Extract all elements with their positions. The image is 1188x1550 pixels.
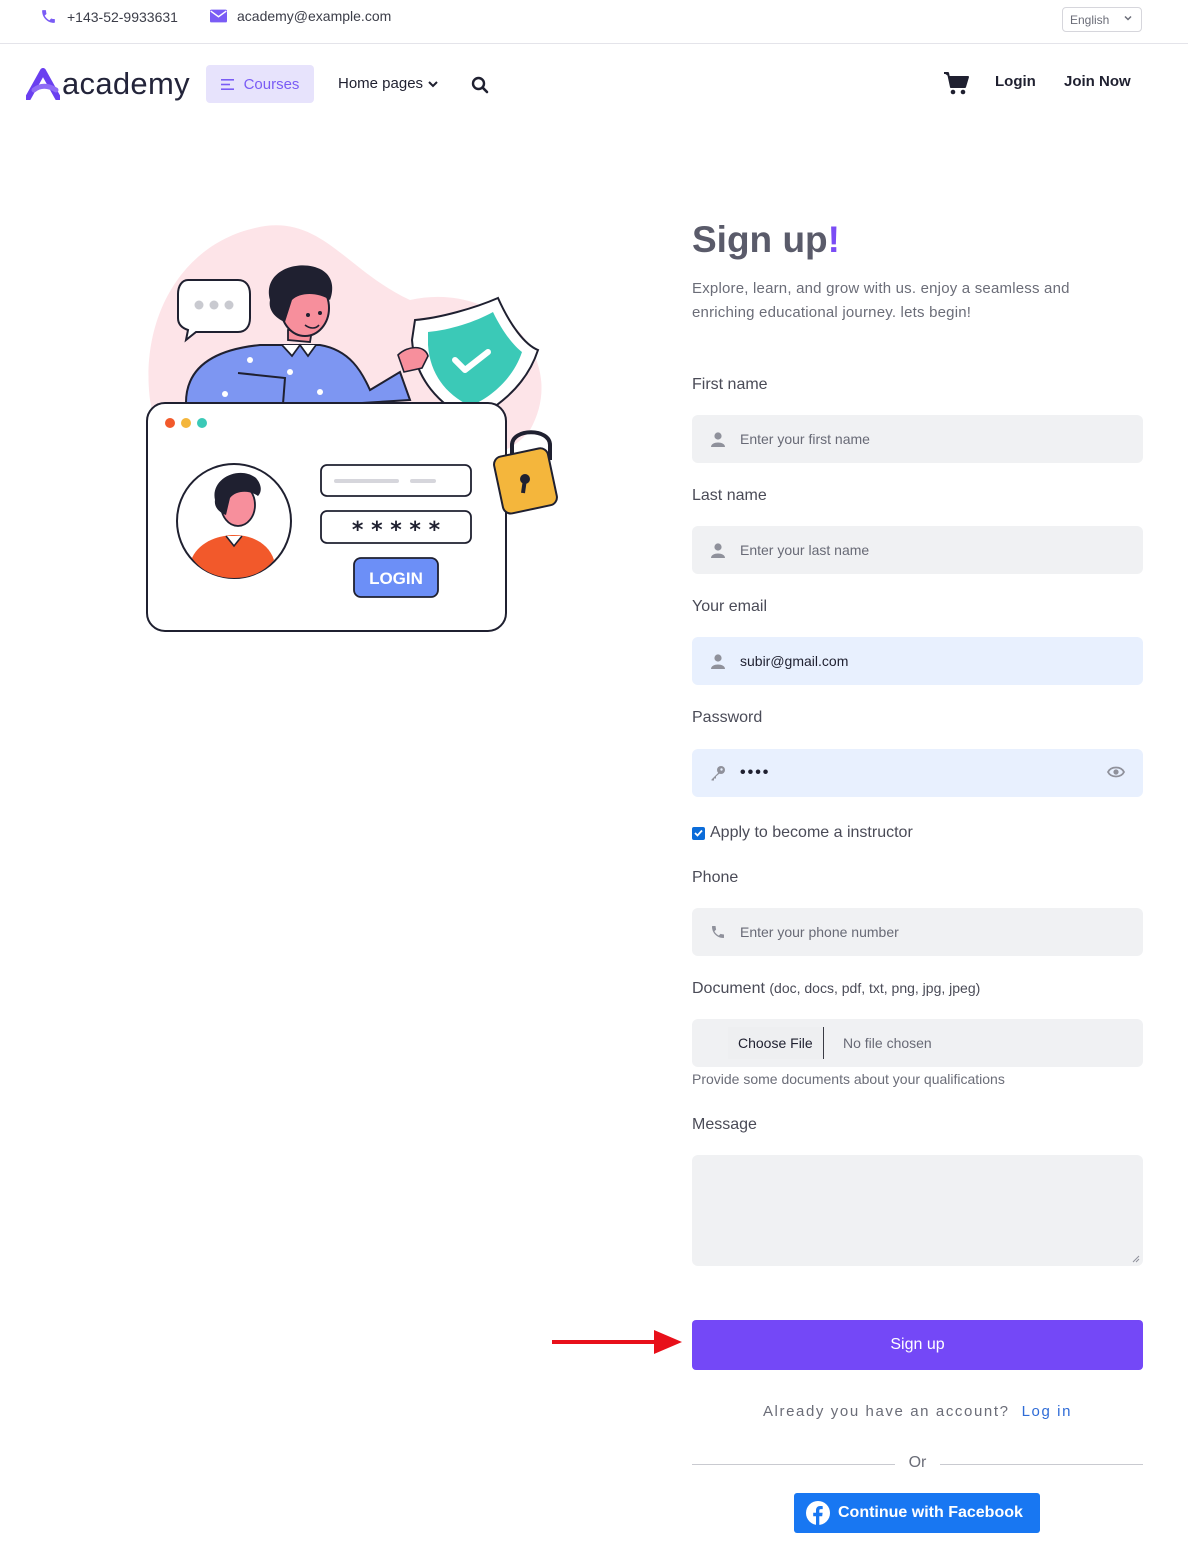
or-text: Or xyxy=(908,1454,927,1471)
log-in-link[interactable]: Log in xyxy=(1022,1403,1072,1420)
top-bar: +143-52-9933631 academy@example.com Engl… xyxy=(0,0,1188,44)
password-input[interactable]: •••• xyxy=(692,749,1143,797)
email-input[interactable]: subir@gmail.com xyxy=(692,637,1143,685)
language-select[interactable]: English xyxy=(1062,7,1142,32)
message-label: Message xyxy=(692,1116,757,1133)
phone-number: +143-52-9933631 xyxy=(67,8,178,25)
title-text: Sign up xyxy=(692,219,828,260)
facebook-button-label: Continue with Facebook xyxy=(838,1504,1023,1521)
courses-button[interactable]: Courses xyxy=(206,65,314,103)
no-file-text: No file chosen xyxy=(843,1035,932,1051)
key-icon xyxy=(710,765,726,781)
envelope-icon xyxy=(210,9,227,23)
email-contact[interactable]: academy@example.com xyxy=(210,8,391,24)
continue-with-facebook-button[interactable]: Continue with Facebook xyxy=(794,1493,1040,1533)
logo[interactable]: academy xyxy=(26,66,190,102)
email-label: Your email xyxy=(692,598,768,615)
already-account-row: Already you have an account? Log in xyxy=(692,1403,1143,1420)
first-name-input[interactable]: Enter your first name xyxy=(692,415,1143,463)
phone-icon xyxy=(42,10,55,23)
sign-up-button[interactable]: Sign up xyxy=(692,1320,1143,1370)
annotation-arrow xyxy=(552,1330,682,1354)
last-name-input[interactable]: Enter your last name xyxy=(692,526,1143,574)
user-icon xyxy=(710,542,726,558)
phone-placeholder: Enter your phone number xyxy=(740,924,899,940)
instructor-checkbox[interactable] xyxy=(692,826,705,840)
logo-text: academy xyxy=(62,66,190,101)
resize-handle-icon[interactable] xyxy=(1132,1255,1140,1263)
choose-file-button[interactable]: Choose File xyxy=(728,1027,824,1059)
home-pages-label: Home pages xyxy=(338,75,424,92)
illustration-login-text: LOGIN xyxy=(369,569,423,588)
eye-icon[interactable] xyxy=(1107,765,1125,779)
join-now-link[interactable]: Join Now xyxy=(1064,73,1131,90)
instructor-checkbox-row[interactable]: Apply to become a instructor xyxy=(692,824,913,842)
signup-illustration: * * * * * LOGIN xyxy=(146,225,558,632)
email-value: subir@gmail.com xyxy=(740,653,849,669)
courses-label: Courses xyxy=(243,75,300,93)
email-address: academy@example.com xyxy=(237,8,392,24)
checkmark-icon xyxy=(694,829,703,837)
last-name-label: Last name xyxy=(692,487,767,504)
user-icon xyxy=(710,653,726,669)
chevron-down-icon xyxy=(428,80,438,87)
illustration-password-mask: * * * * * xyxy=(352,518,441,543)
phone-label: Phone xyxy=(692,869,739,886)
home-pages-dropdown[interactable]: Home pages xyxy=(338,75,439,92)
title-mark: ! xyxy=(827,219,840,260)
document-file-input[interactable]: Choose File No file chosen xyxy=(692,1019,1143,1067)
language-value: English xyxy=(1070,12,1110,27)
search-icon[interactable] xyxy=(471,76,489,94)
phone-input[interactable]: Enter your phone number xyxy=(692,908,1143,956)
chevron-down-icon xyxy=(1124,15,1132,21)
already-account-text: Already you have an account? xyxy=(762,1403,1010,1420)
page-subtitle: Explore, learn, and grow with us. enjoy … xyxy=(692,280,1070,321)
or-divider: Or xyxy=(692,1454,1143,1474)
menu-lines-icon xyxy=(220,78,234,90)
password-value: •••• xyxy=(740,764,771,781)
document-label-text: Document xyxy=(692,980,765,997)
message-textarea[interactable] xyxy=(692,1155,1143,1266)
document-label: Document (doc, docs, pdf, txt, png, jpg,… xyxy=(692,980,980,998)
instructor-checkbox-label: Apply to become a instructor xyxy=(710,824,913,841)
user-icon xyxy=(710,431,726,447)
first-name-label: First name xyxy=(692,376,768,393)
login-link[interactable]: Login xyxy=(995,73,1036,90)
page-title: Sign up! xyxy=(692,219,840,261)
cart-icon[interactable] xyxy=(943,71,970,96)
last-name-placeholder: Enter your last name xyxy=(740,542,870,558)
document-helper-text: Provide some documents about your qualif… xyxy=(692,1071,1005,1087)
phone-contact[interactable]: +143-52-9933631 xyxy=(40,8,178,25)
password-label: Password xyxy=(692,709,763,726)
document-types: (doc, docs, pdf, txt, png, jpg, jpeg) xyxy=(769,980,981,996)
facebook-icon xyxy=(806,1501,830,1525)
phone-icon xyxy=(710,924,726,940)
divider-line-right xyxy=(940,1464,1143,1465)
academy-logo-icon xyxy=(26,68,60,100)
first-name-placeholder: Enter your first name xyxy=(740,431,870,447)
